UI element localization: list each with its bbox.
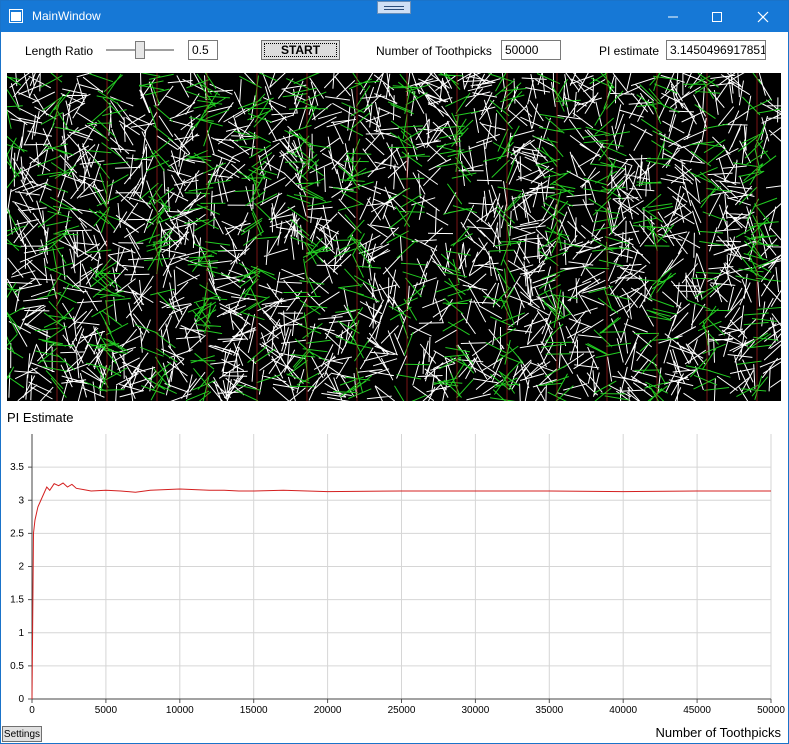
y-tick-label: 3 — [18, 495, 24, 506]
start-button[interactable]: START — [261, 40, 340, 60]
x-tick-label: 40000 — [609, 705, 637, 716]
x-tick-label: 35000 — [535, 705, 563, 716]
window-title: MainWindow — [32, 9, 101, 23]
length-ratio-input[interactable]: 0.5 — [188, 40, 218, 60]
chart-svg: 0 5000 10000 15000 20000 25000 30000 35000 40000… — [10, 434, 785, 716]
chart-title: PI Estimate — [7, 410, 74, 425]
y-tick-label: 2.5 — [10, 528, 24, 539]
x-tick-label: 45000 — [683, 705, 711, 716]
length-ratio-label: Length Ratio — [25, 44, 94, 58]
x-tick-label: 0 — [29, 705, 35, 716]
x-tick-label: 15000 — [240, 705, 268, 716]
y-tick-label: 2 — [18, 562, 24, 573]
pi-estimate-label: PI estimate — [599, 44, 660, 58]
drag-handle-icon[interactable] — [377, 1, 411, 14]
slider-thumb[interactable] — [135, 41, 145, 59]
main-window: MainWindow Length Ratio 0.5 START Number… — [0, 0, 789, 744]
maximize-icon — [712, 11, 722, 22]
close-button[interactable] — [740, 1, 786, 32]
y-tick-label: 1 — [18, 628, 24, 639]
x-tick-label: 5000 — [95, 705, 118, 716]
x-tick-label: 20000 — [314, 705, 342, 716]
pi-estimate-chart: 0 5000 10000 15000 20000 25000 30000 35000 40000… — [1, 429, 788, 729]
y-tick-label: 3.5 — [10, 462, 24, 473]
simulation-canvas — [1, 61, 788, 413]
minimize-button[interactable] — [650, 1, 696, 32]
y-tick-label: 0.5 — [10, 661, 24, 672]
x-tick-label: 50000 — [757, 705, 785, 716]
x-tick-label: 10000 — [166, 705, 194, 716]
toothpick-drawing — [1, 61, 788, 413]
minimize-icon — [668, 16, 678, 17]
non-crossing-toothpicks — [6, 61, 788, 413]
toothpicks-input[interactable]: 50000 — [501, 40, 561, 60]
app-icon — [9, 9, 23, 23]
x-tick-label: 25000 — [388, 705, 416, 716]
y-tick-label: 1.5 — [10, 595, 24, 606]
settings-button[interactable]: Settings — [2, 726, 42, 742]
length-ratio-slider[interactable] — [104, 40, 176, 60]
y-tick-label: 0 — [18, 694, 24, 705]
close-icon — [757, 11, 769, 22]
pi-estimate-input[interactable]: 3.14504969178513 — [666, 40, 766, 60]
toothpicks-label: Number of Toothpicks — [376, 44, 492, 58]
title-bar[interactable]: MainWindow — [1, 1, 788, 32]
x-tick-label: 30000 — [461, 705, 489, 716]
maximize-button[interactable] — [694, 1, 740, 32]
x-axis-label: Number of Toothpicks — [655, 725, 782, 740]
